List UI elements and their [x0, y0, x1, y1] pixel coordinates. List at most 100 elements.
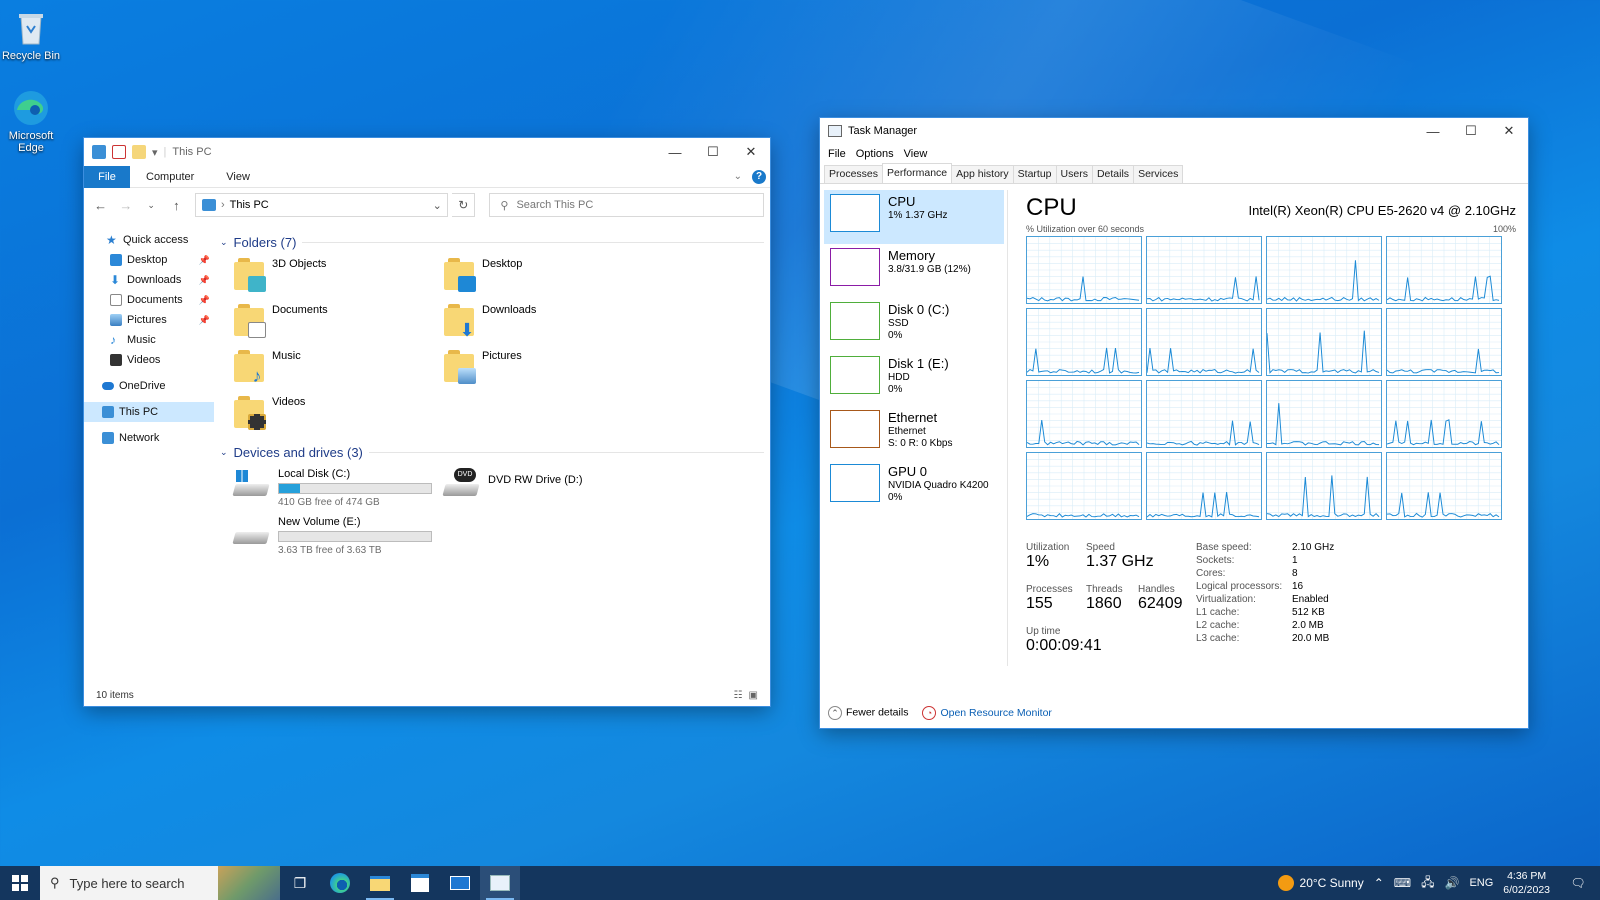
fewer-details-button[interactable]: ⌃ Fewer details: [828, 706, 908, 720]
ribbon-tab-computer[interactable]: Computer: [130, 166, 210, 188]
new-folder-icon[interactable]: [132, 145, 146, 159]
desktop-icon-recycle-bin[interactable]: Recycle Bin: [0, 8, 68, 62]
folder-pictures[interactable]: Pictures: [444, 348, 654, 388]
drive-usage-bar: [278, 531, 432, 542]
sidebar-item-onedrive[interactable]: OneDrive: [84, 376, 214, 396]
tab-details[interactable]: Details: [1091, 165, 1135, 183]
breadcrumb-this-pc[interactable]: This PC: [230, 199, 269, 211]
ribbon-tab-file[interactable]: File: [84, 165, 130, 188]
task-view-icon: ❐: [293, 874, 307, 891]
tab-bar: Processes Performance App history Startu…: [820, 163, 1528, 184]
close-button[interactable]: ✕: [732, 138, 770, 166]
resource-name: Disk 0 (C:): [888, 302, 950, 317]
sidebar-item-downloads[interactable]: ⬇ Downloads 📌: [84, 270, 214, 290]
taskbar-search-box[interactable]: ⚲ Type here to search: [40, 866, 280, 900]
tab-processes[interactable]: Processes: [824, 165, 884, 183]
tab-users[interactable]: Users: [1055, 165, 1093, 183]
help-icon[interactable]: ?: [752, 169, 766, 184]
task-view-button[interactable]: ❐: [280, 866, 320, 900]
forward-button[interactable]: →: [115, 198, 136, 213]
open-resource-monitor-link[interactable]: ◔ Open Resource Monitor: [922, 706, 1052, 720]
tab-performance[interactable]: Performance: [882, 163, 953, 183]
clock[interactable]: 4:36 PM 6/02/2023: [1503, 869, 1550, 897]
minimize-button[interactable]: —: [656, 138, 694, 166]
taskbar-edge[interactable]: [320, 866, 360, 900]
desktop-icon-edge[interactable]: Microsoft Edge: [0, 88, 68, 154]
resource-item-disk-0-c[interactable]: Disk 0 (C:) SSD 0%: [824, 298, 1004, 352]
folder-3d-objects[interactable]: 3D Objects: [234, 256, 444, 296]
sidebar-item-videos[interactable]: Videos: [84, 350, 214, 370]
refresh-button[interactable]: ↻: [452, 193, 476, 217]
cpu-heading: CPU: [1026, 194, 1077, 221]
folder-documents[interactable]: Documents: [234, 302, 444, 342]
ribbon-tab-view[interactable]: View: [210, 166, 266, 188]
maximize-button[interactable]: ☐: [694, 138, 732, 166]
sidebar-item-desktop[interactable]: Desktop 📌: [84, 250, 214, 270]
large-icons-view-icon[interactable]: ▣: [749, 690, 758, 701]
taskbar-file-explorer[interactable]: [360, 866, 400, 900]
details-view-icon[interactable]: ☷: [734, 690, 743, 701]
tab-app-history[interactable]: App history: [951, 165, 1014, 183]
folders-group-header[interactable]: ⌄ Folders (7): [220, 232, 764, 252]
menu-options[interactable]: Options: [856, 148, 894, 160]
desktop-icon-label: Recycle Bin: [1, 50, 61, 62]
up-button[interactable]: ↑: [166, 198, 187, 213]
folder-documents-icon: [234, 302, 266, 338]
tab-services[interactable]: Services: [1133, 165, 1184, 183]
start-button[interactable]: [0, 866, 40, 900]
tab-startup[interactable]: Startup: [1012, 165, 1057, 183]
logical-processor-graph: [1146, 452, 1262, 520]
meet-now-icon[interactable]: ⌨: [1394, 876, 1411, 890]
address-dropdown-icon[interactable]: ⌄: [427, 199, 447, 212]
back-button[interactable]: ←: [90, 198, 111, 213]
spec-label: L3 cache:: [1196, 633, 1240, 644]
folder-music[interactable]: ♪ Music: [234, 348, 444, 388]
menu-file[interactable]: File: [828, 148, 846, 160]
windows-drive-icon: [232, 468, 270, 498]
drive-usage-fill: [279, 484, 300, 493]
this-pc-icon: [201, 199, 216, 211]
menu-view[interactable]: View: [904, 148, 928, 160]
notifications-icon[interactable]: 🗨: [1560, 876, 1596, 890]
resource-item-disk-1-e[interactable]: Disk 1 (E:) HDD 0%: [824, 352, 1004, 406]
drives-group-header[interactable]: ⌄ Devices and drives (3): [220, 442, 764, 462]
edge-icon: [330, 873, 350, 893]
customize-toolbar-icon[interactable]: ▾: [152, 146, 158, 159]
folder-videos[interactable]: Videos: [234, 394, 444, 434]
sidebar-item-music[interactable]: ♪ Music: [84, 330, 214, 350]
sidebar-item-documents[interactable]: Documents 📌: [84, 290, 214, 310]
folder-desktop[interactable]: Desktop: [444, 256, 654, 296]
drive-d[interactable]: DVD DVD RW Drive (D:): [442, 468, 654, 508]
sidebar-item-quick-access[interactable]: ★ Quick access: [84, 230, 214, 250]
sidebar-item-pictures[interactable]: Pictures 📌: [84, 310, 214, 330]
network-icon[interactable]: 🖧: [1421, 873, 1434, 894]
drive-e[interactable]: New Volume (E:) 3.63 TB free of 3.63 TB: [232, 516, 444, 556]
sidebar-item-this-pc[interactable]: This PC: [84, 402, 214, 422]
resource-item-ethernet[interactable]: Ethernet Ethernet S: 0 R: 0 Kbps: [824, 406, 1004, 460]
search-input[interactable]: ⚲ Search This PC: [489, 193, 764, 217]
expand-ribbon-icon[interactable]: ⌄: [734, 171, 742, 182]
close-button[interactable]: ✕: [1490, 118, 1528, 144]
pin-icon: 📌: [198, 274, 210, 285]
graph-axis-label: % Utilization over 60 seconds: [1026, 224, 1145, 234]
resource-item-cpu[interactable]: CPU 1% 1.37 GHz: [824, 190, 1004, 244]
minimize-button[interactable]: —: [1414, 118, 1452, 144]
weather-widget[interactable]: 20°C Sunny: [1277, 875, 1364, 891]
maximize-button[interactable]: ☐: [1452, 118, 1490, 144]
volume-icon[interactable]: 🔊: [1444, 876, 1459, 890]
show-hidden-icons-icon[interactable]: ⌃: [1374, 876, 1384, 890]
spec-value: 2.10 GHz: [1292, 542, 1335, 553]
resource-item-memory[interactable]: Memory 3.8/31.9 GB (12%): [824, 244, 1004, 298]
resource-item-gpu-0[interactable]: GPU 0 NVIDIA Quadro K4200 0%: [824, 460, 1004, 514]
taskbar-store[interactable]: [400, 866, 440, 900]
address-bar[interactable]: › This PC ⌄: [194, 193, 449, 217]
folder-downloads[interactable]: ⬇ Downloads: [444, 302, 654, 342]
taskbar: ⚲ Type here to search ❐ 20°C Sunny ⌃ ⌨ 🖧…: [0, 866, 1600, 900]
taskbar-task-manager[interactable]: [480, 866, 520, 900]
drive-c[interactable]: Local Disk (C:) 410 GB free of 474 GB: [232, 468, 444, 508]
properties-icon[interactable]: [112, 145, 126, 159]
recent-locations-button[interactable]: ⌄: [140, 200, 161, 211]
input-language[interactable]: ENG: [1469, 877, 1493, 889]
sidebar-item-network[interactable]: Network: [84, 428, 214, 448]
taskbar-mail[interactable]: [440, 866, 480, 900]
